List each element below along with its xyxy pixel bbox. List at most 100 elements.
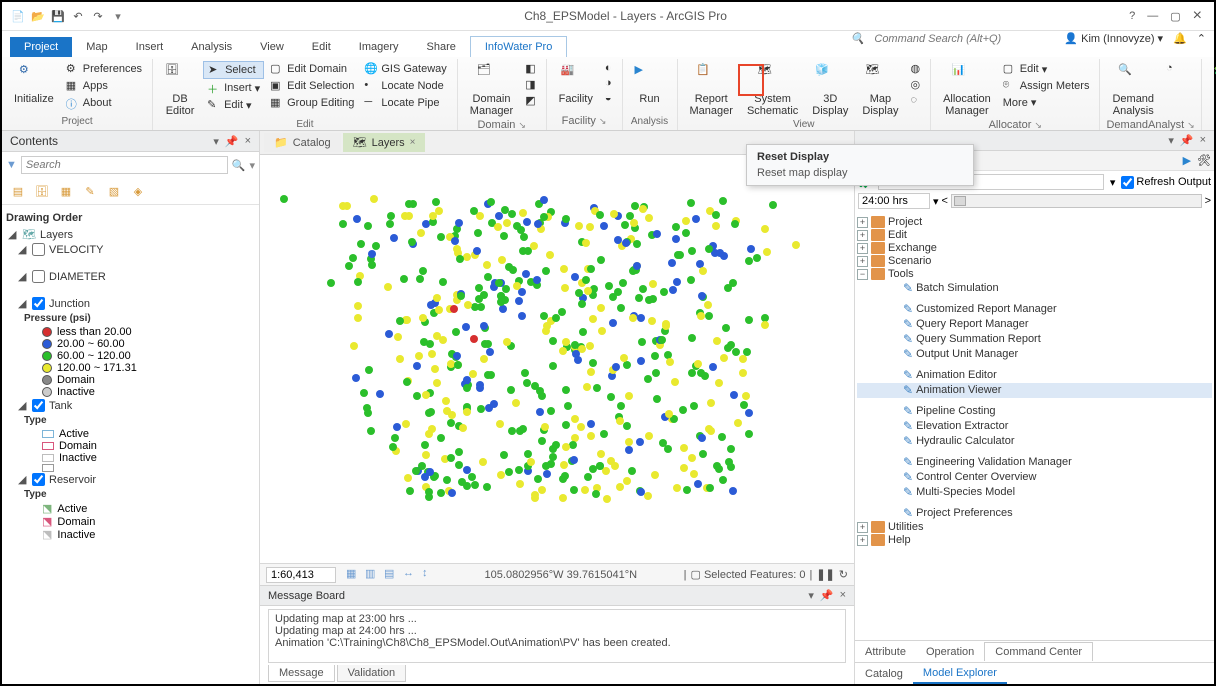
tank-legend-row[interactable]: Active <box>6 428 255 440</box>
group-editing-button[interactable]: ▦Group Editing <box>266 95 358 111</box>
tree-project[interactable]: +Project <box>857 216 1212 229</box>
tank-legend-row[interactable] <box>6 464 255 472</box>
reservoir-legend-row[interactable]: ⬔Active <box>6 502 255 515</box>
domain-opt2[interactable]: ◨ <box>521 77 539 92</box>
list-by-drawing-order-icon[interactable]: ▤ <box>8 181 28 201</box>
legend-row[interactable]: Domain <box>6 374 255 386</box>
locate-node-button[interactable]: •Locate Node <box>360 78 450 94</box>
view-opt3[interactable]: ◌ <box>906 93 924 107</box>
view-opt2[interactable]: ◎ <box>906 77 924 92</box>
tree-exchange[interactable]: +Exchange <box>857 242 1212 255</box>
status-icon-2[interactable]: ▥ <box>365 567 381 583</box>
autohide-icon[interactable]: 📌 <box>225 135 239 148</box>
pane-options-icon[interactable]: ▾ <box>213 135 219 148</box>
reservoir-checkbox[interactable] <box>32 473 45 486</box>
rp-options-icon[interactable]: ▾ <box>1168 134 1174 147</box>
initialize-button[interactable]: ⚙Initialize <box>8 61 60 111</box>
locate-pipe-button[interactable]: ─Locate Pipe <box>360 95 450 111</box>
tree-query-report[interactable]: ✎Query Report Manager <box>857 317 1212 332</box>
tab-layers-view[interactable]: 🗺Layers× <box>343 133 426 152</box>
layer-junction[interactable]: ◢Junction <box>6 296 255 311</box>
tab-imagery[interactable]: Imagery <box>345 37 413 57</box>
legend-row[interactable]: Inactive <box>6 386 255 398</box>
close-pane-icon[interactable]: × <box>245 135 251 148</box>
legend-row[interactable]: 20.00 ~ 60.00 <box>6 338 255 350</box>
view-opt1[interactable]: ◍ <box>906 61 924 76</box>
tree-query-sum[interactable]: ✎Query Summation Report <box>857 332 1212 347</box>
msg-autohide-icon[interactable]: 📌 <box>820 589 834 602</box>
apps-button[interactable]: ▦Apps <box>62 78 146 94</box>
tank-checkbox[interactable] <box>32 399 45 412</box>
preferences-button[interactable]: ⚙Preferences <box>62 61 146 77</box>
layer-tank[interactable]: ◢Tank <box>6 398 255 413</box>
status-icon-3[interactable]: ▤ <box>384 567 400 583</box>
domain-opt3[interactable]: ◩ <box>521 93 539 108</box>
msg-tab-message[interactable]: Message <box>268 665 335 682</box>
contents-tree[interactable]: Drawing Order ◢🗺Layers ◢VELOCITY ◢DIAMET… <box>2 205 259 684</box>
redo-icon[interactable]: ↷ <box>90 8 106 24</box>
map-display-button[interactable]: 🗺Map Display <box>856 61 904 119</box>
contents-search-input[interactable] <box>21 156 228 174</box>
udf-button[interactable]: 🧩UDF <box>1208 61 1216 110</box>
scale-input[interactable] <box>266 567 336 583</box>
demand-opt[interactable]: ◔ <box>1162 61 1177 75</box>
system-schematic-button[interactable]: 🗺System Schematic <box>741 61 804 119</box>
list-by-snapping-icon[interactable]: ▧ <box>104 181 124 201</box>
junction-checkbox[interactable] <box>32 297 45 310</box>
tree-tools[interactable]: −Tools <box>857 268 1212 281</box>
tree-utilities[interactable]: +Utilities <box>857 521 1212 534</box>
legend-row[interactable]: 60.00 ~ 120.00 <box>6 350 255 362</box>
gis-gateway-button[interactable]: 🌐GIS Gateway <box>360 61 450 77</box>
tab-map[interactable]: Map <box>72 37 121 57</box>
facility-opt2[interactable]: ◑ <box>601 76 616 90</box>
tab-share[interactable]: Share <box>413 37 470 57</box>
reservoir-legend-row[interactable]: ⬔Domain <box>6 515 255 528</box>
rp-close-icon[interactable]: × <box>1200 134 1206 147</box>
search-options-icon[interactable]: ▾ <box>249 159 255 172</box>
search-icon[interactable]: 🔍 <box>232 159 246 172</box>
tab-attribute[interactable]: Attribute <box>855 643 916 661</box>
open-icon[interactable]: 📂 <box>30 8 46 24</box>
assign-meters-button[interactable]: ⌾Assign Meters <box>999 78 1094 94</box>
diameter-checkbox[interactable] <box>32 270 45 283</box>
report-manager-button[interactable]: 📋Report Manager <box>684 61 739 119</box>
minimize-button[interactable]: — <box>1147 10 1158 22</box>
tree-anim-editor[interactable]: ✎Animation Editor <box>857 368 1212 383</box>
filter-icon[interactable]: ▼ <box>6 159 17 171</box>
save-icon[interactable]: 💾 <box>50 8 66 24</box>
ribbon-expand-icon[interactable]: ⌃ <box>1197 32 1206 45</box>
facility-opt1[interactable]: ◐ <box>601 61 616 75</box>
list-by-selection-icon[interactable]: ▦ <box>56 181 76 201</box>
edit-selection-button[interactable]: ▣Edit Selection <box>266 78 358 94</box>
facility-launcher-icon[interactable]: ↘ <box>599 116 607 126</box>
tab-infowater-pro[interactable]: InfoWater Pro <box>470 36 567 57</box>
layer-velocity[interactable]: ◢VELOCITY <box>6 242 255 257</box>
tab-catalog-right[interactable]: Catalog <box>855 665 913 683</box>
allocation-manager-button[interactable]: 📊Allocation Manager <box>937 61 997 119</box>
tab-project[interactable]: Project <box>10 37 72 57</box>
list-by-labeling-icon[interactable]: ◈ <box>128 181 148 201</box>
signin-user[interactable]: 👤 Kim (Innovyze) ▾ <box>1064 32 1163 45</box>
notifications-icon[interactable]: 🔔 <box>1173 32 1187 45</box>
allocator-launcher-icon[interactable]: ↘ <box>1034 120 1042 130</box>
refresh-icon[interactable]: ↻ <box>839 568 848 581</box>
rp-autohide-icon[interactable]: 📌 <box>1180 134 1194 147</box>
tree-multi-species[interactable]: ✎Multi-Species Model <box>857 485 1212 500</box>
facility-button[interactable]: 🏭Facility <box>553 61 599 107</box>
close-button[interactable]: × <box>1193 7 1202 25</box>
legend-row[interactable]: 120.00 ~ 171.31 <box>6 362 255 374</box>
domain-manager-button[interactable]: 🗂Domain Manager <box>464 61 519 119</box>
layer-diameter[interactable]: ◢DIAMETER <box>6 269 255 284</box>
insert-button[interactable]: ＋Insert ▾ <box>203 80 264 96</box>
tab-operation[interactable]: Operation <box>916 643 984 661</box>
select-button[interactable]: ➤Select <box>203 61 264 79</box>
edit-dropdown-button[interactable]: ✎Edit ▾ <box>203 97 264 113</box>
status-icon-5[interactable]: ↕ <box>422 567 438 583</box>
tab-view[interactable]: View <box>246 37 298 57</box>
rp-run-icon[interactable]: ▶ <box>1183 154 1191 167</box>
domain-launcher-icon[interactable]: ↘ <box>518 120 526 130</box>
about-button[interactable]: ⓘAbout <box>62 95 146 111</box>
list-by-editing-icon[interactable]: ✎ <box>80 181 100 201</box>
message-board-body[interactable]: Updating map at 23:00 hrs ... Updating m… <box>268 609 846 663</box>
demand-launcher-icon[interactable]: ↘ <box>1187 120 1195 130</box>
